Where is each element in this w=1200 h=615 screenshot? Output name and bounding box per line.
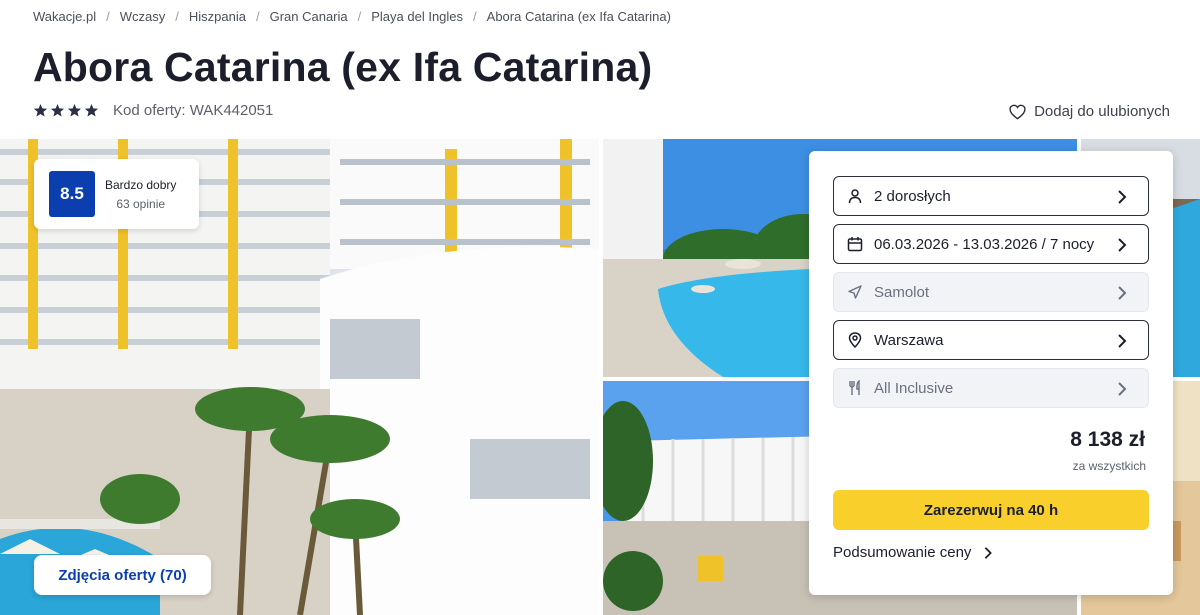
total-price: 8 138 zł — [1070, 428, 1145, 451]
star-icon — [50, 103, 65, 117]
hotel-meta: Kod oferty: WAK442051 — [33, 102, 273, 119]
rating-label: Bardzo dobry — [105, 177, 177, 192]
star-icon — [84, 103, 99, 117]
breadcrumb-item-home[interactable]: Wakacje.pl — [33, 9, 96, 24]
heart-icon — [1009, 104, 1026, 120]
calendar-icon — [847, 237, 863, 252]
star-icon — [33, 103, 48, 117]
transport-value: Samolot — [874, 283, 930, 301]
offer-code: Kod oferty: WAK442051 — [113, 102, 274, 119]
travelers-value: 2 dorosłych — [874, 187, 951, 205]
breadcrumb-separator: / — [175, 9, 179, 24]
dates-value: 06.03.2026 - 13.03.2026 / 7 nocy — [874, 235, 1095, 253]
star-icon — [67, 103, 82, 117]
breadcrumb-item-wczasy[interactable]: Wczasy — [120, 9, 166, 24]
breadcrumb-item-current: Abora Catarina (ex Ifa Catarina) — [486, 9, 671, 24]
board-select[interactable]: All Inclusive — [833, 368, 1149, 408]
rating-count: 63 opinie — [116, 196, 166, 211]
booking-panel: 2 dorosłych 06.03.2026 - 13.03.2026 / 7 … — [809, 151, 1173, 595]
rating-score: 8.5 — [49, 171, 95, 217]
price-summary-label: Podsumowanie ceny — [833, 544, 972, 561]
transport-select[interactable]: Samolot — [833, 272, 1149, 312]
plane-icon — [848, 285, 862, 299]
book-button[interactable]: Zarezerwuj na 40 h — [833, 490, 1149, 530]
breadcrumb-item-region[interactable]: Gran Canaria — [270, 9, 348, 24]
breadcrumb-item-city[interactable]: Playa del Ingles — [371, 9, 463, 24]
price-note: za wszystkich — [1072, 459, 1146, 473]
chevron-right-icon — [1118, 382, 1127, 396]
rating-card[interactable]: 8.5 Bardzo dobry 63 opinie — [34, 159, 199, 229]
breadcrumb-separator: / — [106, 9, 110, 24]
favorite-label: Dodaj do ulubionych — [1034, 103, 1170, 120]
breadcrumb: Wakacje.pl / Wczasy / Hiszpania / Gran C… — [33, 9, 671, 24]
chevron-right-icon — [1118, 190, 1127, 204]
cutlery-icon — [849, 380, 860, 395]
chevron-right-icon — [1118, 334, 1127, 348]
breadcrumb-separator: / — [255, 9, 260, 24]
departure-value: Warszawa — [874, 331, 944, 349]
add-to-favorites-button[interactable]: Dodaj do ulubionych — [1009, 103, 1170, 120]
location-pin-icon — [848, 332, 862, 348]
breadcrumb-separator: / — [473, 9, 477, 24]
dates-select[interactable]: 06.03.2026 - 13.03.2026 / 7 nocy — [833, 224, 1149, 264]
board-value: All Inclusive — [874, 379, 954, 397]
departure-select[interactable]: Warszawa — [833, 320, 1149, 360]
price-summary-link[interactable]: Podsumowanie ceny — [833, 544, 995, 561]
chevron-right-icon — [985, 546, 993, 559]
breadcrumb-separator: / — [357, 9, 362, 24]
breadcrumb-item-country[interactable]: Hiszpania — [189, 9, 246, 24]
hotel-stars — [33, 103, 99, 118]
page-title: Abora Catarina (ex Ifa Catarina) — [33, 44, 653, 90]
person-icon — [848, 189, 862, 204]
offer-photos-button[interactable]: Zdjęcia oferty (70) — [34, 555, 211, 595]
chevron-right-icon — [1118, 286, 1127, 300]
chevron-right-icon — [1118, 238, 1127, 252]
travelers-select[interactable]: 2 dorosłych — [833, 176, 1149, 216]
